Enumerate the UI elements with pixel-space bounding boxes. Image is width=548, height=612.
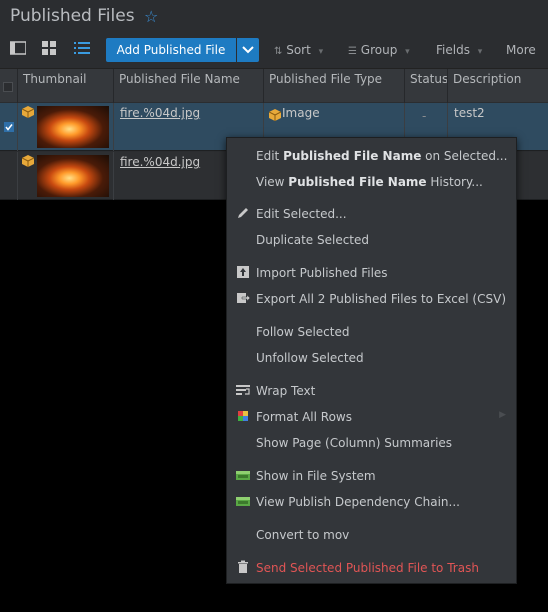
row-checkbox-cell[interactable] <box>0 152 18 200</box>
file-system-icon <box>236 471 250 480</box>
grid-header: Thumbnail Published File Name Published … <box>0 68 548 103</box>
row-checkbox-cell[interactable] <box>0 103 18 151</box>
format-colors-icon <box>238 411 248 421</box>
group-menu[interactable]: ☰ Group ▾ <box>348 43 410 57</box>
thumbnail-cell[interactable] <box>18 103 114 151</box>
pencil-icon <box>238 208 248 218</box>
menu-item-view-field-history[interactable]: View Published File Name History... <box>227 170 516 194</box>
select-all-checkbox-column[interactable] <box>0 69 18 103</box>
published-file-entity-icon <box>22 155 34 167</box>
group-label: Group <box>360 43 398 57</box>
file-name-link[interactable]: fire.%04d.jpg <box>120 106 200 120</box>
favorite-star-icon[interactable]: ☆ <box>144 7 158 26</box>
page-title: Published Files <box>10 6 135 26</box>
submenu-arrow-icon: ▶ <box>499 410 506 420</box>
more-menu[interactable]: More <box>506 43 536 57</box>
menu-item-send-to-trash[interactable]: Send Selected Published File to Trash <box>227 556 516 580</box>
add-published-file-button[interactable]: Add Published File <box>106 38 236 62</box>
column-header-file-name[interactable]: Published File Name <box>114 69 264 103</box>
sort-icon: ⇅ <box>274 46 283 57</box>
published-file-entity-icon <box>22 106 34 118</box>
menu-item-import[interactable]: Import Published Files <box>227 261 516 285</box>
menu-item-export-csv[interactable]: Export All 2 Published Files to Excel (C… <box>227 287 516 311</box>
image-type-icon <box>269 109 281 121</box>
menu-item-wrap-text[interactable]: Wrap Text <box>227 379 516 403</box>
column-header-thumbnail[interactable]: Thumbnail <box>18 69 114 103</box>
menu-item-dependency-chain[interactable]: View Publish Dependency Chain... <box>227 490 516 514</box>
fire-thumbnail-image[interactable] <box>37 106 109 148</box>
detail-list-view-icon[interactable] <box>74 41 92 59</box>
caret-down-icon: ▾ <box>477 47 483 57</box>
chevron-down-icon <box>242 46 254 54</box>
menu-item-format-all-rows[interactable]: Format All Rows ▶ <box>227 405 516 429</box>
description-value: test2 <box>454 106 485 120</box>
file-type-value: Image <box>282 106 320 120</box>
menu-item-unfollow-selected[interactable]: Unfollow Selected <box>227 346 516 370</box>
group-icon: ☰ <box>348 46 357 57</box>
menu-item-convert-to-mov[interactable]: Convert to mov <box>227 523 516 547</box>
title-bar: Published Files ☆ <box>0 0 548 34</box>
sort-label: Sort <box>286 43 311 57</box>
caret-down-icon: ▾ <box>318 47 324 57</box>
dependency-chain-icon <box>236 497 250 506</box>
menu-item-duplicate-selected[interactable]: Duplicate Selected <box>227 228 516 252</box>
toolbar: Add Published File ⇅ Sort ▾ ☰ Group ▾ Fi… <box>0 36 548 64</box>
column-header-description[interactable]: Description <box>448 69 548 103</box>
caret-down-icon: ▾ <box>405 47 410 57</box>
fields-menu[interactable]: Fields ▾ <box>436 43 482 57</box>
import-icon <box>237 266 249 278</box>
add-dropdown-button[interactable] <box>237 38 259 62</box>
list-view-icon[interactable] <box>10 41 28 59</box>
status-value: - <box>422 109 427 123</box>
fields-label: Fields <box>436 43 470 57</box>
menu-item-edit-selected[interactable]: Edit Selected... <box>227 202 516 226</box>
grid-view-icon[interactable] <box>42 41 60 59</box>
menu-item-page-summaries[interactable]: Show Page (Column) Summaries <box>227 431 516 455</box>
file-name-link[interactable]: fire.%04d.jpg <box>120 155 200 169</box>
trash-icon <box>238 560 248 573</box>
thumbnail-cell[interactable] <box>18 152 114 200</box>
wrap-text-icon <box>236 385 250 395</box>
export-icon <box>237 293 250 303</box>
menu-item-edit-field-on-selected[interactable]: Edit Published File Name on Selected... <box>227 144 516 168</box>
context-menu: Edit Published File Name on Selected... … <box>226 137 517 584</box>
menu-item-follow-selected[interactable]: Follow Selected <box>227 320 516 344</box>
fire-thumbnail-image[interactable] <box>37 155 109 197</box>
select-all-checkbox[interactable] <box>3 82 13 92</box>
column-header-status[interactable]: Status <box>405 69 448 103</box>
more-label: More <box>506 43 536 57</box>
menu-item-show-in-file-system[interactable]: Show in File System <box>227 464 516 488</box>
column-header-file-type[interactable]: Published File Type <box>264 69 405 103</box>
checked-checkbox-icon[interactable] <box>4 122 14 132</box>
sort-menu[interactable]: ⇅ Sort ▾ <box>274 43 323 57</box>
